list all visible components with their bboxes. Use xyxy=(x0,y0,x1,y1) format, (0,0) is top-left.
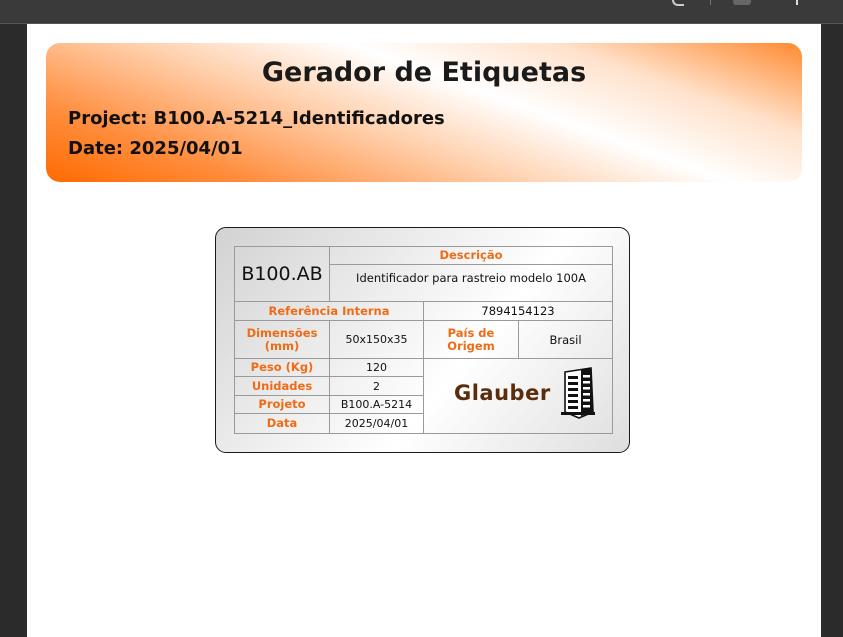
reference-value: 7894154123 xyxy=(423,301,613,321)
toolbar-divider xyxy=(710,0,711,5)
description-header: Descrição xyxy=(329,246,613,265)
label-card: B100.AB Descrição Identificador para ras… xyxy=(215,227,630,453)
date-value: 2025/04/01 xyxy=(329,413,424,434)
project-header: Projeto xyxy=(234,395,330,414)
origin-header: País de Origem xyxy=(423,320,519,359)
project-line: Project: B100.A-5214_Identificadores xyxy=(68,108,445,129)
document-page: Gerador de Etiquetas Project: B100.A-521… xyxy=(27,24,821,637)
top-toolbar xyxy=(0,0,843,24)
units-value: 2 xyxy=(329,376,424,396)
label-code: B100.AB xyxy=(234,246,330,302)
project-value: B100.A-5214 xyxy=(329,395,424,414)
window-icon[interactable] xyxy=(733,0,751,5)
weight-value: 120 xyxy=(329,358,424,377)
dimensions-header: Dimensões (mm) xyxy=(234,320,330,359)
origin-value: Brasil xyxy=(518,320,613,359)
units-header: Unidades xyxy=(234,376,330,396)
description-value: Identificador para rastreio modelo 100A xyxy=(329,264,613,302)
date-header: Data xyxy=(234,413,330,434)
logo-text: Glauber xyxy=(454,381,551,405)
menu-icon[interactable] xyxy=(796,0,798,5)
page-title: Gerador de Etiquetas xyxy=(261,57,587,88)
header-banner: Gerador de Etiquetas Project: B100.A-521… xyxy=(46,43,802,182)
logo-area: Glauber xyxy=(423,358,613,434)
building-icon xyxy=(561,367,595,419)
reference-header: Referência Interna xyxy=(234,301,424,321)
search-icon[interactable] xyxy=(672,0,684,6)
dimensions-value: 50x150x35 xyxy=(329,320,424,359)
date-line: Date: 2025/04/01 xyxy=(68,138,243,159)
weight-header: Peso (Kg) xyxy=(234,358,330,377)
